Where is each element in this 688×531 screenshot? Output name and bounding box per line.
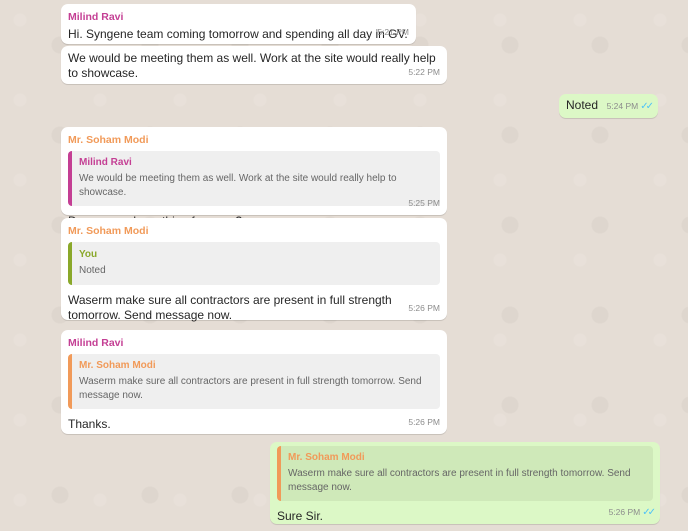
quoted-sender: Mr. Soham Modi: [79, 360, 156, 371]
sender-name: Mr. Soham Modi: [68, 225, 149, 237]
message-time: 5:25 PM: [408, 198, 440, 208]
message-time: 5:26 PM: [408, 417, 440, 427]
message-text: Sure Sir.: [277, 509, 324, 523]
message-bubble-incoming[interactable]: Mr. Soham Modi Milind Ravi We would be m…: [61, 127, 447, 228]
sender-name: Milind Ravi: [68, 11, 124, 23]
message-time-label: 5:26 PM: [608, 507, 641, 517]
quoted-text: Waserm make sure all contractors are pre…: [288, 468, 631, 493]
message-text: Hi. Syngene team coming tomorrow and spe…: [68, 27, 408, 41]
quoted-text: Noted: [79, 265, 106, 276]
message-time: 5:22 PM: [408, 67, 440, 77]
message-time-label: 5:24 PM: [606, 101, 639, 111]
quoted-sender: Mr. Soham Modi: [288, 452, 365, 463]
quoted-sender: Milind Ravi: [79, 157, 132, 168]
message-text: We would be meeting them as well. Work a…: [68, 51, 436, 80]
quoted-text: We would be meeting them as well. Work a…: [79, 173, 397, 198]
read-receipt-icon: ✓✓: [642, 507, 656, 518]
message-bubble-incoming[interactable]: Mr. Soham Modi You Noted Waserm make sur…: [61, 218, 447, 322]
message-bubble-outgoing[interactable]: Mr. Soham Modi Waserm make sure all cont…: [270, 442, 660, 524]
message-bubble-incoming[interactable]: Milind Ravi Hi. Syngene team coming tomo…: [61, 4, 416, 44]
sender-name: Milind Ravi: [68, 337, 124, 349]
message-bubble-incoming[interactable]: Milind Ravi Mr. Soham Modi Waserm make s…: [61, 330, 447, 434]
message-text: Waserm make sure all contractors are pre…: [68, 293, 392, 322]
quoted-message[interactable]: Milind Ravi We would be meeting them as …: [68, 151, 440, 206]
quoted-message[interactable]: You Noted: [68, 242, 440, 285]
message-time: 5:26 PM: [408, 303, 440, 313]
quoted-message[interactable]: Mr. Soham Modi Waserm make sure all cont…: [68, 354, 440, 409]
message-time: 5:24 PM ✓✓: [606, 99, 654, 114]
quoted-text: Waserm make sure all contractors are pre…: [79, 376, 422, 401]
sender-name: Mr. Soham Modi: [68, 134, 149, 146]
message-time: 5:21 PM: [377, 27, 409, 37]
quoted-sender: You: [79, 249, 98, 260]
message-text: Thanks.: [68, 417, 111, 431]
message-time: 5:26 PM ✓✓: [608, 505, 656, 520]
message-bubble-incoming[interactable]: We would be meeting them as well. Work a…: [61, 46, 447, 84]
quoted-message[interactable]: Mr. Soham Modi Waserm make sure all cont…: [277, 446, 653, 501]
message-bubble-outgoing[interactable]: Noted 5:24 PM ✓✓: [559, 94, 658, 118]
read-receipt-icon: ✓✓: [640, 101, 654, 112]
